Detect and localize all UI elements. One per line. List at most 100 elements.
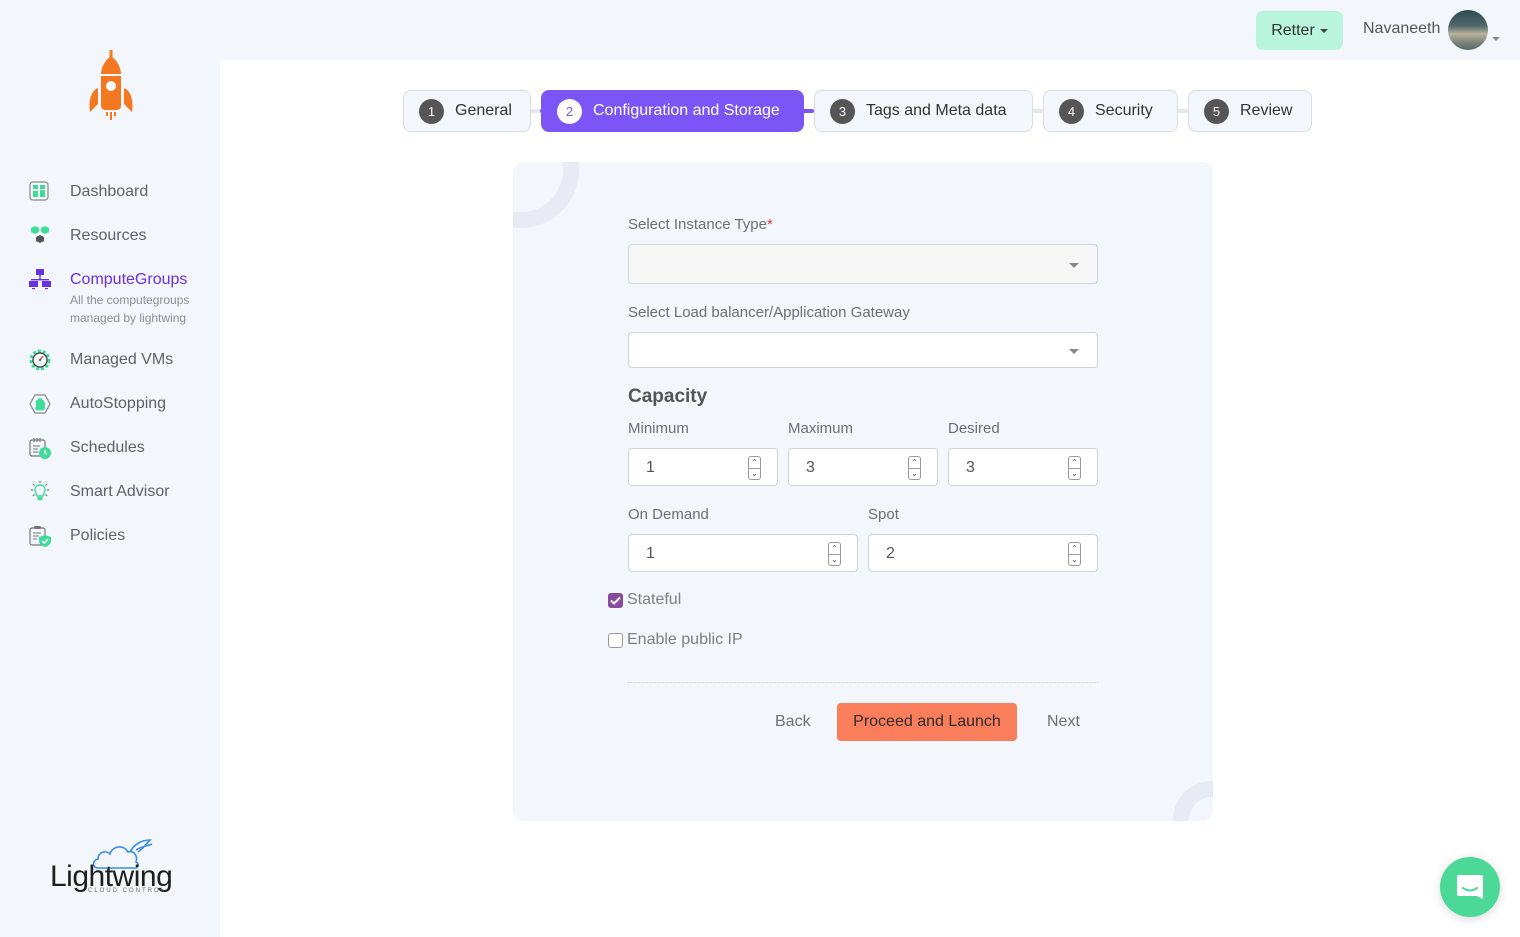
proceed-and-launch-button[interactable]: Proceed and Launch: [837, 703, 1017, 741]
desired-value: 3: [966, 459, 975, 476]
account-dropdown-button[interactable]: Retter: [1256, 11, 1343, 50]
sidebar-item-description: All the computegroups managed by lightwi…: [70, 293, 190, 325]
maximum-label: Maximum: [788, 420, 854, 437]
sidebar-item-smart-advisor[interactable]: Smart Advisor: [0, 470, 220, 514]
stateful-checkbox[interactable]: [608, 592, 623, 608]
configuration-form-card: Select Instance Type* Select Load balanc…: [513, 162, 1213, 821]
step-number: 1: [419, 98, 444, 124]
instance-type-label: Select Instance Type*: [628, 216, 773, 233]
spot-label: Spot: [868, 506, 899, 523]
step-number: 2: [557, 98, 582, 124]
smart-advisor-icon: [31, 481, 49, 500]
on-demand-stepper[interactable]: ⌃ ⌄: [828, 542, 841, 566]
decrement-icon[interactable]: ⌄: [1068, 468, 1081, 480]
decorative-ring: [1173, 781, 1213, 821]
increment-icon[interactable]: ⌃: [1068, 456, 1081, 468]
minimum-input[interactable]: 1 ⌃ ⌄: [628, 448, 778, 486]
autostopping-icon: [29, 394, 51, 414]
increment-icon[interactable]: ⌃: [748, 456, 761, 468]
chat-launcher-button[interactable]: [1440, 857, 1500, 917]
desired-label: Desired: [948, 420, 1000, 437]
sidebar: Dashboard Resources ComputeGroups All th…: [0, 0, 220, 937]
checkmark-icon: [610, 596, 621, 605]
avatar[interactable]: [1448, 10, 1488, 50]
maximum-stepper[interactable]: ⌃ ⌄: [908, 456, 921, 480]
on-demand-value: 1: [646, 545, 655, 562]
sidebar-item-label: ComputeGroups: [70, 271, 188, 288]
dashboard-icon: [29, 181, 49, 201]
on-demand-input[interactable]: 1 ⌃ ⌄: [628, 534, 858, 572]
next-button[interactable]: Next: [1047, 713, 1080, 731]
step-general[interactable]: 1 General: [403, 90, 531, 132]
sidebar-item-label: Managed VMs: [70, 351, 174, 368]
minimum-label: Minimum: [628, 420, 689, 437]
maximum-value: 3: [806, 459, 815, 476]
increment-icon[interactable]: ⌃: [908, 456, 921, 468]
required-marker: *: [766, 216, 773, 233]
sidebar-item-label: AutoStopping: [70, 395, 167, 412]
step-security[interactable]: 4 Security: [1043, 90, 1178, 132]
load-balancer-label: Select Load balancer/Application Gateway: [628, 304, 910, 321]
capacity-heading: Capacity: [628, 386, 708, 407]
stateful-label: Stateful: [627, 591, 682, 608]
sidebar-item-schedules[interactable]: Schedules: [0, 426, 220, 470]
form-divider: [628, 682, 1098, 683]
sidebar-item-policies[interactable]: Policies: [0, 514, 220, 558]
maximum-input[interactable]: 3 ⌃ ⌄: [788, 448, 938, 486]
back-button[interactable]: Back: [775, 713, 811, 731]
brand-logo: Lightwing CLOUD CONTROL: [48, 838, 174, 898]
sidebar-item-computegroups[interactable]: ComputeGroups All the computegroups mana…: [0, 258, 220, 330]
spot-value: 2: [886, 545, 895, 562]
step-label: Security: [1095, 102, 1153, 119]
decrement-icon[interactable]: ⌄: [908, 468, 921, 480]
dropdown-arrow-icon: [1069, 349, 1079, 354]
public-ip-checkbox-row[interactable]: Enable public IP: [608, 631, 743, 649]
stateful-checkbox-row[interactable]: Stateful: [608, 591, 681, 609]
step-configuration-and-storage[interactable]: 2 Configuration and Storage: [541, 90, 804, 132]
policies-icon: [29, 526, 51, 547]
sidebar-item-label: Policies: [70, 527, 126, 544]
increment-icon[interactable]: ⌃: [1068, 542, 1081, 554]
spot-stepper[interactable]: ⌃ ⌄: [1068, 542, 1081, 566]
account-label: Retter: [1271, 21, 1315, 39]
sidebar-item-label: Smart Advisor: [70, 483, 170, 500]
step-number: 3: [830, 98, 855, 124]
minimum-stepper[interactable]: ⌃ ⌄: [748, 456, 761, 480]
chat-icon: [1457, 875, 1483, 899]
decrement-icon[interactable]: ⌄: [828, 554, 841, 566]
computegroups-icon: [29, 269, 51, 290]
rocket-logo-icon[interactable]: [84, 50, 138, 122]
sidebar-item-autostopping[interactable]: AutoStopping: [0, 382, 220, 426]
username: Navaneeth: [1363, 20, 1441, 37]
step-review[interactable]: 5 Review: [1188, 90, 1312, 132]
increment-icon[interactable]: ⌃: [828, 542, 841, 554]
caret-down-icon: [1492, 37, 1500, 41]
sidebar-item-label: Schedules: [70, 439, 145, 456]
desired-input[interactable]: 3 ⌃ ⌄: [948, 448, 1098, 486]
sidebar-item-dashboard[interactable]: Dashboard: [0, 170, 220, 214]
sidebar-item-managed-vms[interactable]: Managed VMs: [0, 338, 220, 382]
wizard-stepper: 1 General 2 Configuration and Storage 3 …: [220, 90, 1520, 132]
step-number: 4: [1059, 98, 1084, 124]
on-demand-label: On Demand: [628, 506, 709, 523]
desired-stepper[interactable]: ⌃ ⌄: [1068, 456, 1081, 480]
decrement-icon[interactable]: ⌄: [1068, 554, 1081, 566]
caret-down-icon: [1319, 28, 1328, 33]
step-label: Tags and Meta data: [866, 102, 1007, 119]
step-tags-and-meta-data[interactable]: 3 Tags and Meta data: [814, 90, 1033, 132]
user-menu-caret[interactable]: [1492, 28, 1500, 46]
step-number: 5: [1204, 98, 1229, 124]
load-balancer-select[interactable]: [628, 332, 1098, 368]
sidebar-item-label: Resources: [70, 227, 147, 244]
public-ip-checkbox[interactable]: [608, 632, 623, 648]
instance-type-select[interactable]: [628, 244, 1098, 284]
minimum-value: 1: [646, 459, 655, 476]
sidebar-item-resources[interactable]: Resources: [0, 214, 220, 258]
spot-input[interactable]: 2 ⌃ ⌄: [868, 534, 1098, 572]
top-bar: Retter Navaneeth: [220, 0, 1520, 60]
main-content: 1 General 2 Configuration and Storage 3 …: [220, 60, 1520, 937]
managed-vms-icon: [29, 349, 51, 371]
instance-type-label-text: Select Instance Type: [628, 216, 767, 233]
decrement-icon[interactable]: ⌄: [748, 468, 761, 480]
dropdown-arrow-icon: [1069, 263, 1079, 268]
